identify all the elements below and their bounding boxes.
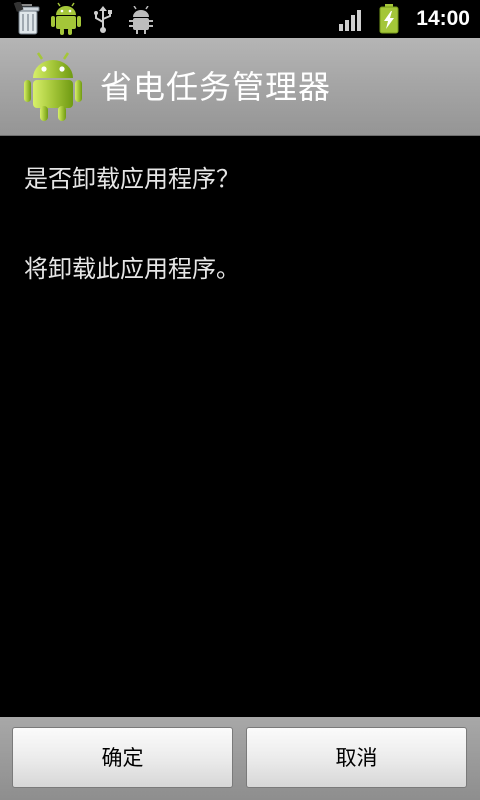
status-bar: 14:00 xyxy=(0,0,480,38)
dialog-question: 是否卸载应用程序？ xyxy=(24,165,240,193)
debug-bug-icon[interactable] xyxy=(128,5,154,38)
uninstall-dialog-screen: 14:00 省电任务管理器 是否卸载应用程序？ 将卸载此应用程序。 确定 取消 xyxy=(0,0,480,800)
confirm-button[interactable]: 确定 xyxy=(12,727,233,788)
dialog-title: 省电任务管理器 xyxy=(100,68,332,106)
android-icon[interactable] xyxy=(50,2,82,40)
usb-icon[interactable] xyxy=(92,6,114,38)
status-time: 14:00 xyxy=(416,7,470,30)
battery-charging-icon[interactable] xyxy=(378,4,400,38)
dialog-title-bar: 省电任务管理器 xyxy=(0,38,480,136)
dialog-button-bar: 确定 取消 xyxy=(0,717,480,800)
cancel-button[interactable]: 取消 xyxy=(246,727,467,788)
signal-strength-icon[interactable] xyxy=(338,8,364,36)
app-icon xyxy=(24,52,82,126)
dialog-detail: 将卸载此应用程序。 xyxy=(24,255,240,283)
trash-icon[interactable] xyxy=(12,0,44,40)
